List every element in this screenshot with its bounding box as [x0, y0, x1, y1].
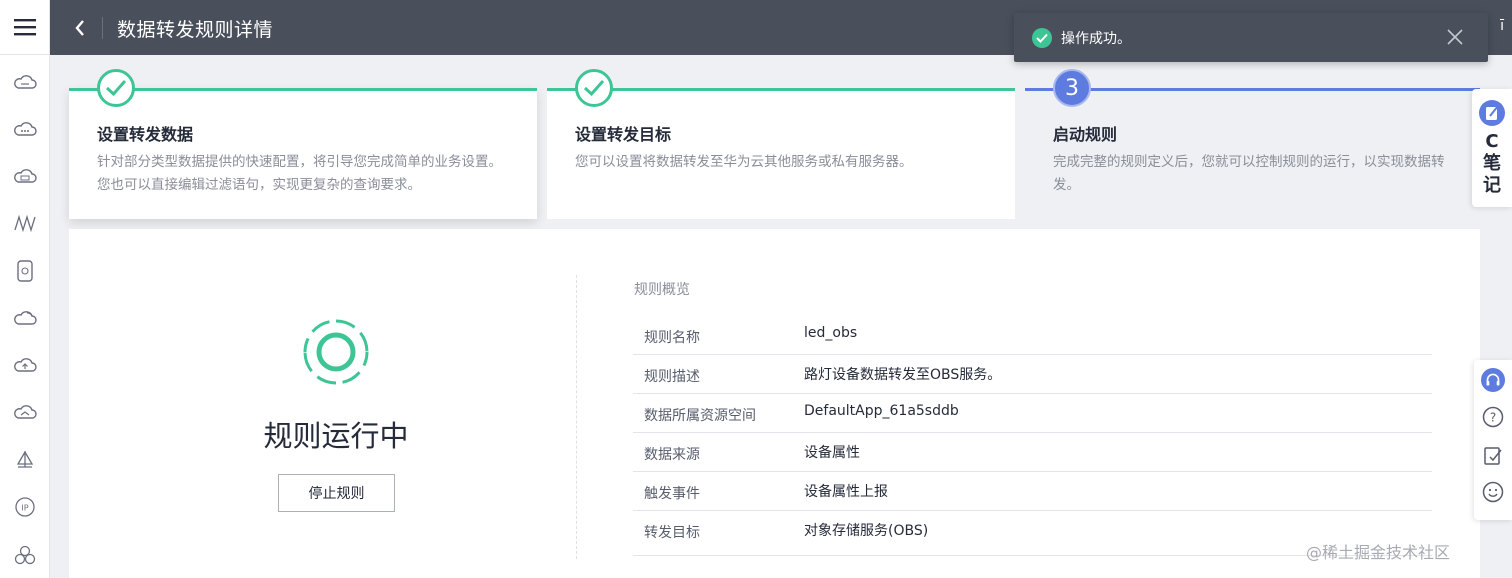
left-nav-rail: IP [0, 0, 50, 578]
page-title: 数据转发规则详情 [117, 19, 274, 41]
step-title: 设置转发目标 [575, 125, 672, 144]
step-title: 设置转发数据 [97, 125, 194, 144]
cloud-server-icon[interactable] [0, 67, 50, 97]
row-value: 设备属性上报 [804, 484, 888, 500]
success-check-icon [1032, 28, 1052, 48]
row-value: led_obs [804, 325, 858, 341]
overview-table: 规则名称 led_obs 规则描述 路灯设备数据转发至OBS服务。 数据所属资源空间… [633, 316, 1432, 556]
rule-status-text: 规则运行中 [263, 419, 409, 453]
close-icon[interactable] [1446, 28, 1464, 46]
rule-detail-card: 规则运行中 停止规则 规则概览 规则名称 led_obs 规则描述 路灯设备数据转发… [69, 229, 1480, 578]
divider [576, 275, 577, 559]
row-label: 规则描述 [644, 369, 700, 385]
row-value: DefaultApp_61a5sddb [804, 403, 959, 419]
step-progress-bar [69, 88, 537, 91]
edit-icon[interactable] [1481, 444, 1505, 468]
svg-text:IP: IP [21, 504, 28, 513]
header-right-glyph: ī [1500, 18, 1504, 34]
smile-icon[interactable] [1481, 480, 1505, 504]
chevron-left-icon [75, 20, 84, 36]
sail-icon[interactable] [0, 445, 50, 475]
step-description: 完成完整的规则定义后，您就可以控制规则的运行，以实现数据转发。 [1053, 154, 1445, 193]
row-label: 规则名称 [644, 330, 700, 346]
device-icon[interactable] [0, 256, 50, 286]
cloud-network-icon[interactable] [0, 397, 50, 427]
step-description: 您可以设置将数据转发至华为云其他服务或私有服务器。 [575, 154, 913, 170]
step-progress-bar [547, 88, 1015, 91]
row-label: 数据来源 [644, 447, 700, 463]
headset-icon[interactable] [1481, 368, 1505, 392]
toast-message: 操作成功。 [1061, 31, 1131, 47]
svg-text:?: ? [1490, 411, 1496, 425]
row-value: 对象存储服务(OBS) [804, 523, 929, 539]
ip-icon[interactable]: IP [0, 492, 50, 522]
watermark: @稀土掘金技术社区 [1306, 543, 1451, 562]
row-label: 数据所属资源空间 [644, 408, 756, 424]
cloud-sync-icon[interactable] [0, 303, 50, 333]
hamburger-icon [13, 19, 36, 36]
stop-rule-button[interactable]: 停止规则 [278, 474, 395, 512]
table-row: 规则描述 路灯设备数据转发至OBS服务。 [633, 355, 1432, 394]
step-progress-bar [1025, 88, 1480, 91]
table-row: 触发事件 设备属性上报 [633, 472, 1432, 511]
row-value: 设备属性 [804, 445, 860, 461]
table-row: 数据所属资源空间 DefaultApp_61a5sddb [633, 394, 1432, 433]
running-status-icon [303, 319, 369, 385]
rule-status-panel: 规则运行中 停止规则 [69, 229, 576, 578]
row-label: 触发事件 [644, 486, 700, 502]
notes-panel[interactable]: C 笔 记 [1472, 89, 1512, 207]
header-divider [102, 17, 103, 39]
step-set-forward-target[interactable]: 设置转发目标 您可以设置将数据转发至华为云其他服务或私有服务器。 [547, 69, 1015, 219]
cloud-upload-icon[interactable] [0, 350, 50, 380]
step-done-check-icon [575, 69, 613, 107]
help-icon[interactable]: ? [1481, 405, 1505, 429]
row-value: 路灯设备数据转发至OBS服务。 [804, 367, 1002, 383]
note-edit-icon [1479, 100, 1505, 126]
step-description: 针对部分类型数据提供的快速配置，将引导您完成简单的业务设置。您也可以直接编辑过滤… [97, 154, 502, 193]
back-button[interactable] [70, 16, 90, 40]
step-done-check-icon [97, 69, 135, 107]
step-set-forward-data[interactable]: 设置转发数据 针对部分类型数据提供的快速配置，将引导您完成简单的业务设置。您也可… [69, 69, 537, 219]
success-toast: 操作成功。 [1014, 13, 1488, 62]
cloud-database-icon[interactable] [0, 161, 50, 191]
right-tool-strip: ? [1474, 360, 1512, 520]
table-row: 规则名称 led_obs [633, 316, 1432, 355]
overview-title: 规则概览 [634, 282, 690, 298]
cloud-dots-icon[interactable] [0, 114, 50, 144]
table-row: 数据来源 设备属性 [633, 433, 1432, 472]
step-title: 启动规则 [1053, 125, 1118, 144]
step-number-badge: 3 [1053, 69, 1091, 107]
cluster-icon[interactable] [0, 540, 50, 570]
menu-button[interactable] [0, 0, 49, 55]
row-label: 转发目标 [644, 525, 700, 541]
step-start-rule[interactable]: 3 启动规则 完成完整的规则定义后，您就可以控制规则的运行，以实现数据转发。 [1025, 69, 1480, 219]
waveform-icon[interactable] [0, 208, 50, 238]
notes-label: C 笔 记 [1483, 131, 1501, 196]
